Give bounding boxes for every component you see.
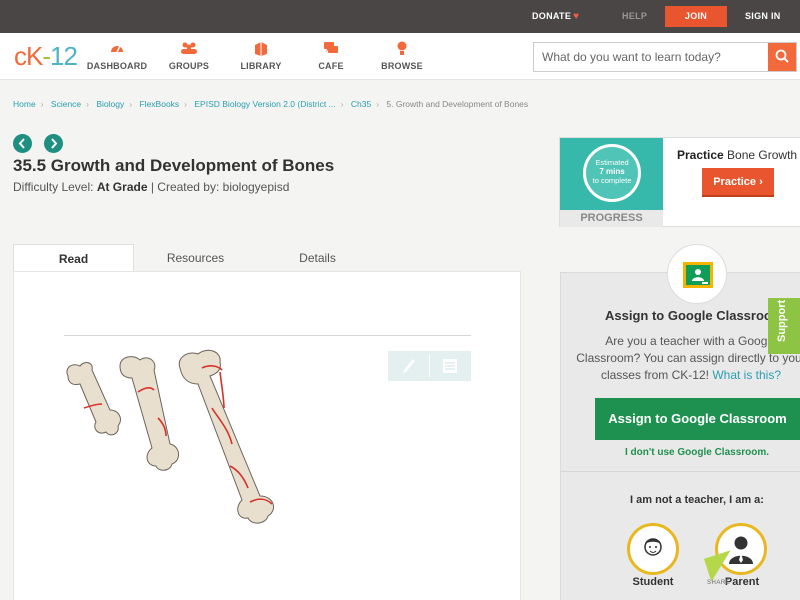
practice-title: Practice Bone Growth — [677, 148, 797, 162]
support-label: Support — [776, 299, 788, 342]
top-bar: DONATE ♥ HELP JOIN SIGN IN — [0, 0, 800, 33]
classroom-description: Are you a teacher with a Google Classroo… — [561, 333, 800, 384]
notes-icon[interactable] — [442, 358, 458, 379]
divider — [561, 471, 800, 472]
nav-browse-label: BROWSE — [381, 61, 423, 71]
classroom-desc-line-3: classes from CK-12! — [600, 368, 713, 382]
logo-12: 12 — [50, 41, 78, 71]
join-button[interactable]: JOIN — [665, 6, 727, 27]
search-button[interactable] — [768, 43, 796, 71]
nav-groups-label: GROUPS — [168, 61, 210, 71]
ck12-logo[interactable]: cK-12 — [14, 41, 78, 72]
toolbar-divider — [429, 355, 430, 377]
bone-growth-illustration — [66, 349, 275, 524]
student-label: Student — [632, 576, 674, 588]
donate-label: DONATE — [532, 11, 572, 21]
cafe-icon — [296, 41, 366, 57]
estimate-label: Estimated — [595, 158, 629, 167]
chevron-right-icon: › — [129, 99, 133, 109]
nav-dashboard-label: DASHBOARD — [86, 61, 148, 71]
large-bone — [178, 349, 275, 524]
practice-button-label: Practice — [713, 176, 757, 188]
progress-label: PROGRESS — [560, 210, 663, 227]
nav-dashboard[interactable]: DASHBOARD — [82, 41, 152, 71]
logo-k: K — [26, 41, 43, 71]
estimate-mins: 7 mins — [599, 167, 625, 176]
google-classroom-card: Assign to Google Classroom Are you a tea… — [560, 244, 800, 600]
estimate-text: Estimated 7 mins to complete — [583, 158, 641, 185]
breadcrumb-home[interactable]: Home — [13, 99, 36, 109]
breadcrumb-chapter[interactable]: Ch35 — [351, 99, 371, 109]
library-icon — [226, 41, 296, 57]
tab-resources[interactable]: Resources — [135, 244, 256, 272]
student-icon — [644, 538, 662, 556]
nav-library-label: LIBRARY — [240, 61, 282, 71]
classroom-heading: Assign to Google Classroom — [605, 308, 784, 323]
estimate-complete: to complete — [592, 176, 632, 185]
medium-bone — [119, 356, 179, 471]
chevron-left-icon — [18, 138, 25, 149]
main-header: cK-12 DASHBOARD GROUPS LIBRARY CAFE BROW… — [0, 33, 800, 80]
breadcrumb: Home › Science › Biology › FlexBooks › EPISD… — [13, 99, 528, 109]
heart-icon: ♥ — [573, 11, 580, 22]
breadcrumb-biology[interactable]: Biology — [96, 99, 124, 109]
nav-browse[interactable]: BROWSE — [367, 41, 437, 71]
browse-icon — [367, 41, 437, 57]
search-box — [533, 42, 797, 72]
donate-link[interactable]: DONATE ♥ — [532, 11, 579, 22]
tab-details[interactable]: Details — [257, 244, 378, 272]
chevron-right-icon — [51, 138, 58, 149]
what-is-this-link[interactable]: What is this? — [712, 368, 781, 382]
logo-dash: - — [42, 41, 51, 71]
next-button[interactable] — [44, 134, 63, 153]
nav-groups[interactable]: GROUPS — [154, 41, 224, 71]
previous-button[interactable] — [13, 134, 32, 153]
divider — [64, 335, 471, 336]
chevron-right-icon: › — [184, 99, 188, 109]
practice-title-topic: Bone Growth — [723, 148, 798, 162]
pencil-icon[interactable] — [401, 357, 417, 380]
classroom-desc-line-1: Are you a teacher with a Google — [605, 334, 777, 348]
difficulty-prefix: Difficulty Level: — [13, 180, 97, 194]
help-link[interactable]: HELP — [622, 11, 647, 21]
difficulty-level: At Grade — [96, 180, 148, 194]
small-bone — [66, 362, 121, 436]
dashboard-icon — [82, 41, 152, 57]
read-panel — [13, 271, 521, 600]
sign-in-link[interactable]: SIGN IN — [745, 11, 781, 21]
breadcrumb-flexbooks[interactable]: FlexBooks — [139, 99, 179, 109]
chevron-right-icon: › — [40, 99, 44, 109]
article-meta: Difficulty Level: At Grade | Created by:… — [13, 180, 289, 194]
search-input[interactable] — [534, 43, 766, 71]
practice-button[interactable]: Practice › — [702, 168, 774, 197]
assign-to-google-classroom-button[interactable]: Assign to Google Classroom — [595, 398, 800, 440]
chevron-right-icon: › — [376, 99, 380, 109]
practice-title-bold: Practice — [677, 148, 724, 162]
breadcrumb-science[interactable]: Science — [51, 99, 81, 109]
classroom-desc-line-2: Classroom? You can assign directly to yo… — [576, 351, 800, 365]
page-title: 35.5 Growth and Development of Bones — [13, 156, 335, 175]
not-teacher-label: I am not a teacher, I am a: — [630, 494, 764, 506]
nav-cafe-label: CAFE — [318, 61, 344, 71]
chevron-right-icon: › — [86, 99, 89, 109]
breadcrumb-current: 5. Growth and Development of Bones — [386, 99, 529, 109]
google-classroom-icon — [683, 262, 713, 288]
google-classroom-badge — [667, 244, 727, 304]
groups-icon — [154, 41, 224, 57]
search-icon — [775, 49, 789, 63]
nav-library[interactable]: LIBRARY — [226, 41, 296, 71]
chevron-right-icon: › — [340, 99, 344, 109]
tab-read[interactable]: Read — [13, 244, 134, 272]
dont-use-classroom-link[interactable]: I don't use Google Classroom. — [561, 447, 800, 458]
support-tab[interactable]: Support — [768, 298, 800, 354]
nav-cafe[interactable]: CAFE — [296, 41, 366, 71]
breadcrumb-book[interactable]: EPISD Biology Version 2.0 (District ... — [194, 99, 335, 109]
logo-c: c — [14, 41, 27, 71]
practice-card: Estimated 7 mins to complete PROGRESS Pr… — [559, 137, 800, 227]
chevron-right-icon: › — [759, 176, 763, 188]
created-by: | Created by: biologyepisd — [147, 180, 290, 194]
share-label: SHARE — [707, 580, 731, 586]
annotation-toolbar — [388, 351, 471, 381]
student-option[interactable] — [627, 523, 679, 575]
